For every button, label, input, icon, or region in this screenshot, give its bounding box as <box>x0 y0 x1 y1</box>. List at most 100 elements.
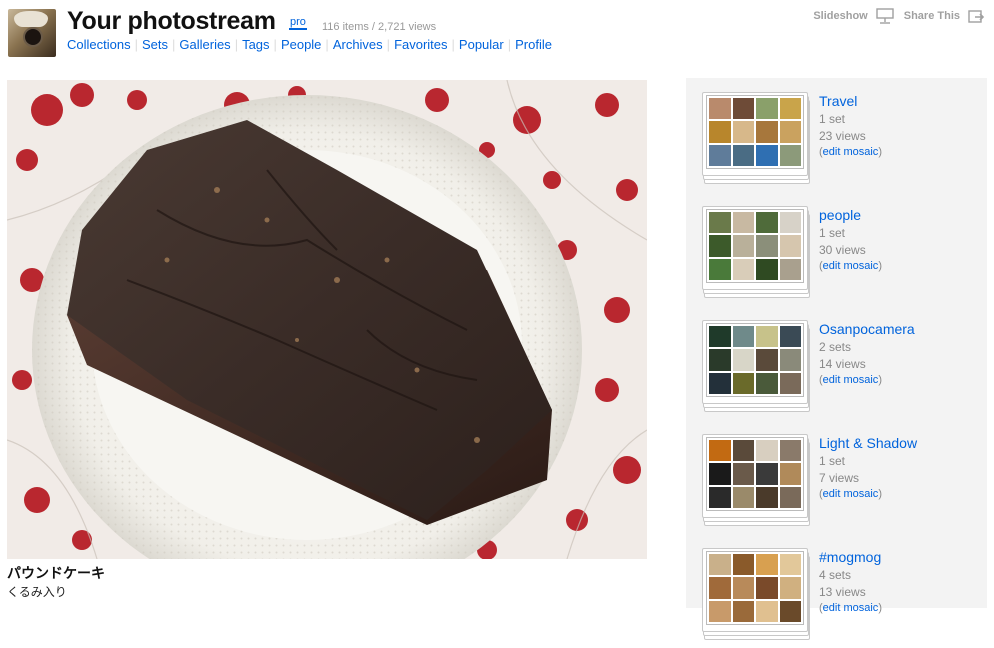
nav-archives[interactable]: Archives <box>333 37 383 52</box>
nav-galleries[interactable]: Galleries <box>179 37 230 52</box>
mosaic-tile <box>756 463 778 485</box>
set-item: Travel 1 set 23 views (edit mosaic) <box>702 92 982 192</box>
mosaic-tile <box>732 121 754 143</box>
header-actions: Slideshow Share This <box>813 8 986 24</box>
mosaic-tile <box>732 554 754 576</box>
set-mosaic <box>706 95 804 169</box>
nav-people[interactable]: People <box>281 37 321 52</box>
paren-close: ) <box>878 488 882 500</box>
nav-profile[interactable]: Profile <box>515 37 552 52</box>
photostream-subnav: Collections | Sets | Galleries | Tags | People | A… <box>67 37 552 52</box>
set-views: 13 views <box>819 585 866 599</box>
edit-mosaic-link[interactable]: edit mosaic <box>823 260 879 272</box>
set-views: 30 views <box>819 243 866 257</box>
share-this-button[interactable]: Share This <box>904 8 986 24</box>
nav-popular[interactable]: Popular <box>459 37 504 52</box>
edit-mosaic-wrapper: (edit mosaic) <box>819 260 882 272</box>
paren-close: ) <box>878 260 882 272</box>
set-title[interactable]: #mogmog <box>819 549 882 565</box>
set-thumbnail[interactable] <box>702 206 810 298</box>
slideshow-button[interactable]: Slideshow <box>813 8 894 24</box>
mosaic-tile <box>732 212 754 234</box>
set-item: #mogmog 4 sets 13 views (edit mosaic) <box>702 548 982 648</box>
mosaic-tile <box>756 212 778 234</box>
slideshow-label: Slideshow <box>813 10 868 22</box>
set-item: people 1 set 30 views (edit mosaic) <box>702 206 982 306</box>
mosaic-tile <box>709 600 731 622</box>
set-title[interactable]: Light & Shadow <box>819 435 917 451</box>
mosaic-tile <box>709 144 731 166</box>
avatar[interactable] <box>8 9 56 57</box>
nav-separator: | <box>172 37 176 52</box>
set-title[interactable]: people <box>819 207 882 223</box>
nav-sets[interactable]: Sets <box>142 37 168 52</box>
mosaic-tile <box>709 326 731 348</box>
set-thumbnail[interactable] <box>702 92 810 184</box>
mosaic-tile <box>709 235 731 257</box>
edit-mosaic-wrapper: (edit mosaic) <box>819 146 882 158</box>
mosaic-tile <box>732 600 754 622</box>
mosaic-tile <box>709 440 731 462</box>
set-count: 4 sets <box>819 568 852 582</box>
mosaic-tile <box>709 212 731 234</box>
mosaic-tile <box>779 235 801 257</box>
mosaic-tile <box>779 600 801 622</box>
main-photo[interactable] <box>7 80 647 559</box>
mosaic-tile <box>709 486 731 508</box>
paren-close: ) <box>878 146 882 158</box>
set-mosaic <box>706 437 804 511</box>
photo-title: パウンドケーキ <box>7 565 105 581</box>
mosaic-tile <box>779 144 801 166</box>
set-views: 14 views <box>819 357 866 371</box>
mosaic-tile <box>756 372 778 394</box>
set-mosaic <box>706 323 804 397</box>
mosaic-tile <box>709 372 731 394</box>
mosaic-tile <box>709 258 731 280</box>
set-item: Osanpocamera 2 sets 14 views (edit mosai… <box>702 320 982 420</box>
pro-badge[interactable]: pro <box>289 16 307 30</box>
mosaic-tile <box>756 486 778 508</box>
mosaic-tile <box>709 463 731 485</box>
set-item: Light & Shadow 1 set 7 views (edit mosai… <box>702 434 982 534</box>
mosaic-tile <box>756 440 778 462</box>
mosaic-tile <box>732 463 754 485</box>
set-title[interactable]: Osanpocamera <box>819 321 915 337</box>
nav-collections[interactable]: Collections <box>67 37 131 52</box>
mosaic-tile <box>779 121 801 143</box>
mosaic-tile <box>709 554 731 576</box>
edit-mosaic-link[interactable]: edit mosaic <box>823 374 879 386</box>
mosaic-tile <box>732 349 754 371</box>
mosaic-tile <box>732 98 754 120</box>
mosaic-tile <box>709 98 731 120</box>
edit-mosaic-link[interactable]: edit mosaic <box>823 602 879 614</box>
nav-separator: | <box>134 37 138 52</box>
slideshow-icon <box>876 8 894 24</box>
mosaic-tile <box>732 486 754 508</box>
mosaic-tile <box>756 600 778 622</box>
mosaic-tile <box>756 258 778 280</box>
nav-tags[interactable]: Tags <box>242 37 269 52</box>
set-title[interactable]: Travel <box>819 93 882 109</box>
avatar-face-shape <box>14 11 48 27</box>
mosaic-tile <box>779 554 801 576</box>
set-views: 7 views <box>819 471 860 485</box>
set-thumbnail[interactable] <box>702 434 810 526</box>
set-count: 2 sets <box>819 340 852 354</box>
mosaic-tile <box>756 554 778 576</box>
nav-separator: | <box>386 37 391 52</box>
edit-mosaic-link[interactable]: edit mosaic <box>823 146 879 158</box>
page-title: Your photostream <box>67 7 276 35</box>
mosaic-tile <box>732 235 754 257</box>
set-thumbnail[interactable] <box>702 548 810 640</box>
nav-favorites[interactable]: Favorites <box>394 37 447 52</box>
avatar-camera-shape <box>23 27 43 47</box>
mosaic-tile <box>779 349 801 371</box>
set-count: 1 set <box>819 112 846 126</box>
mosaic-tile <box>756 144 778 166</box>
mosaic-tile <box>709 577 731 599</box>
edit-mosaic-wrapper: (edit mosaic) <box>819 602 882 614</box>
set-thumbnail[interactable] <box>702 320 810 412</box>
mosaic-tile <box>779 212 801 234</box>
mosaic-tile <box>779 577 801 599</box>
edit-mosaic-link[interactable]: edit mosaic <box>823 488 879 500</box>
